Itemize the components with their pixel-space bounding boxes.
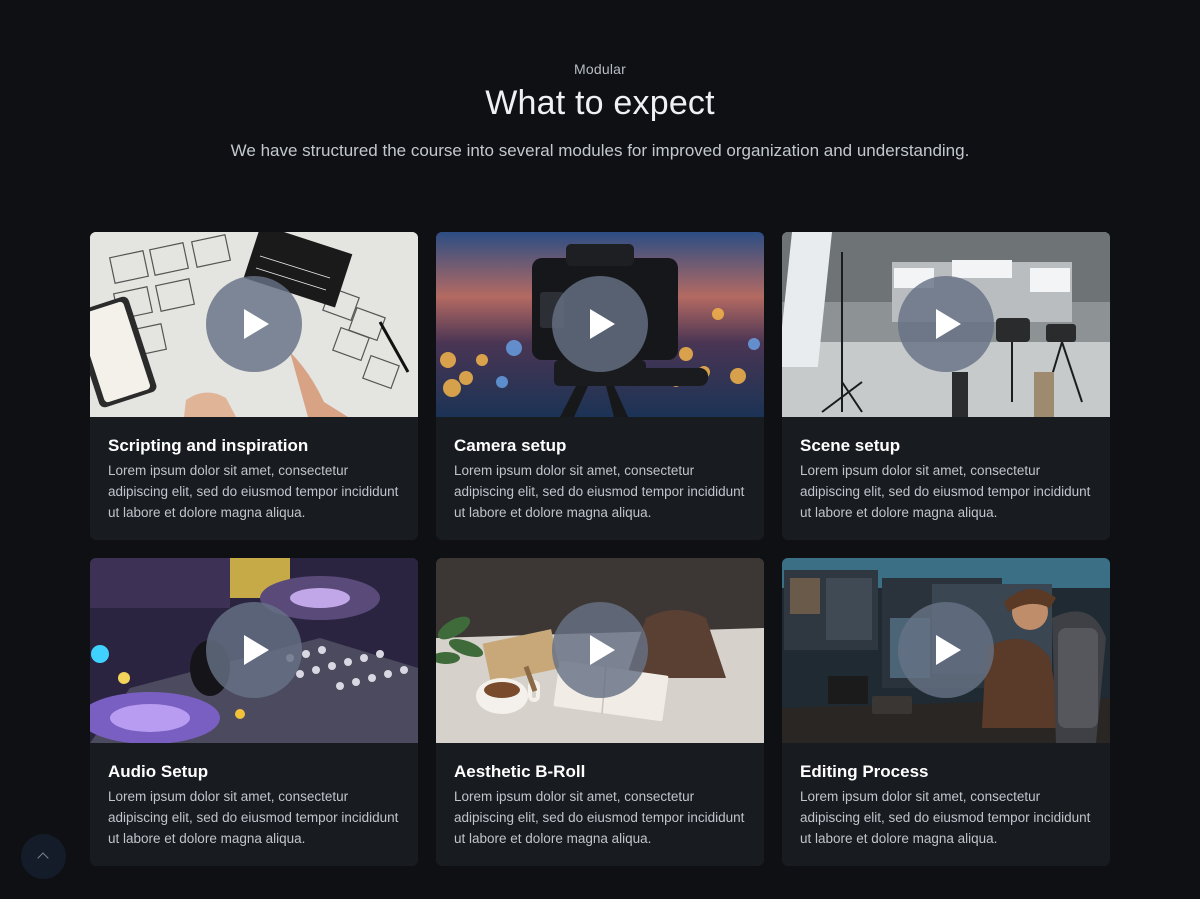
module-title: Editing Process xyxy=(800,762,929,781)
play-icon[interactable] xyxy=(898,602,994,698)
module-title: Scripting and inspiration xyxy=(108,436,309,455)
module-title: Scene setup xyxy=(800,436,901,455)
play-icon[interactable] xyxy=(206,602,302,698)
module-title: Audio Setup xyxy=(108,762,209,781)
module-description: Lorem ipsum dolor sit amet, consectetur … xyxy=(454,463,745,520)
module-description: Lorem ipsum dolor sit amet, consectetur … xyxy=(108,789,399,846)
chevron-up-icon[interactable] xyxy=(21,834,66,879)
play-icon[interactable] xyxy=(552,602,648,698)
module-card-camera[interactable]: Camera setup Lorem ipsum dolor sit amet,… xyxy=(436,232,764,540)
play-icon[interactable] xyxy=(206,276,302,372)
play-icon[interactable] xyxy=(898,276,994,372)
module-title: Camera setup xyxy=(454,436,567,455)
play-icon[interactable] xyxy=(552,276,648,372)
modules-grid: Scripting and inspiration Lorem ipsum do… xyxy=(90,232,1110,866)
module-thumbnail xyxy=(782,558,1110,743)
module-description: Lorem ipsum dolor sit amet, consectetur … xyxy=(800,463,1091,520)
module-description: Lorem ipsum dolor sit amet, consectetur … xyxy=(800,789,1091,846)
section-subtitle: We have structured the course into sever… xyxy=(230,141,970,160)
module-thumbnail xyxy=(90,558,418,743)
module-card-scripting[interactable]: Scripting and inspiration Lorem ipsum do… xyxy=(90,232,418,540)
module-title: Aesthetic B-Roll xyxy=(454,762,586,781)
module-thumbnail xyxy=(782,232,1110,417)
module-thumbnail xyxy=(436,232,764,417)
module-card-broll[interactable]: Aesthetic B-Roll Lorem ipsum dolor sit a… xyxy=(436,558,764,866)
module-card-audio[interactable]: Audio Setup Lorem ipsum dolor sit amet, … xyxy=(90,558,418,866)
module-card-scene[interactable]: Scene setup Lorem ipsum dolor sit amet, … xyxy=(782,232,1110,540)
module-description: Lorem ipsum dolor sit amet, consectetur … xyxy=(108,463,399,520)
module-description: Lorem ipsum dolor sit amet, consectetur … xyxy=(454,789,745,846)
module-thumbnail xyxy=(436,558,764,743)
section-eyebrow: Modular xyxy=(574,61,626,77)
section-title: What to expect xyxy=(485,84,715,122)
module-thumbnail xyxy=(90,232,418,417)
module-card-editing[interactable]: Editing Process Lorem ipsum dolor sit am… xyxy=(782,558,1110,866)
